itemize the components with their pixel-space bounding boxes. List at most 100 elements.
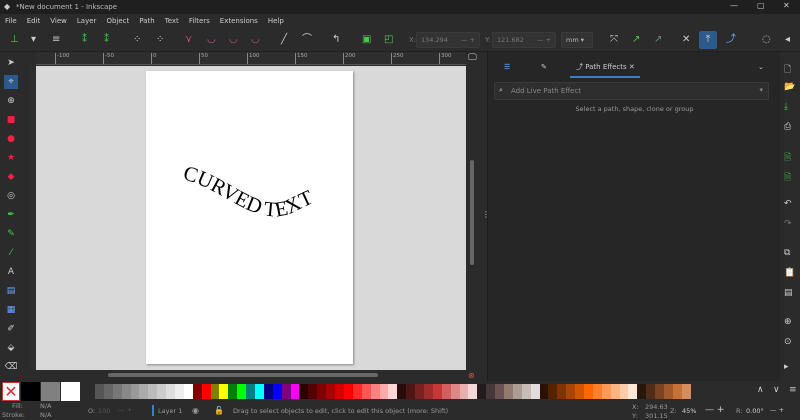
menu-view[interactable]: View	[50, 17, 67, 25]
dropper-tool-icon[interactable]: ✐	[4, 322, 18, 336]
color-swatch[interactable]	[157, 384, 167, 399]
paint-bucket-tool-icon[interactable]: ⬙	[4, 341, 18, 355]
gray-swatch[interactable]	[41, 382, 60, 401]
color-swatch[interactable]	[459, 384, 469, 399]
color-swatch[interactable]	[655, 384, 664, 399]
object-to-path-icon[interactable]: ▣	[362, 34, 371, 46]
menu-extensions[interactable]: Extensions	[220, 17, 258, 25]
color-swatch[interactable]	[361, 384, 371, 399]
scroll-down-icon[interactable]: ∨	[773, 385, 780, 395]
color-swatch[interactable]	[237, 384, 247, 399]
color-swatch[interactable]	[637, 384, 647, 399]
menu-help[interactable]: Help	[268, 17, 284, 25]
color-swatch[interactable]	[219, 384, 229, 399]
node-symmetric-icon[interactable]: ◡	[229, 34, 238, 46]
node-smooth-icon[interactable]: ◡	[207, 34, 216, 46]
horizontal-scrollbar[interactable]	[108, 373, 378, 377]
zoom-icon[interactable]: ⊕	[784, 317, 792, 327]
color-swatch[interactable]	[486, 384, 496, 399]
raise-to-top-icon[interactable]: ⊥	[10, 34, 19, 46]
color-swatch[interactable]	[326, 384, 336, 399]
menu-file[interactable]: File	[5, 17, 17, 25]
x-field[interactable]: 134.294 — +	[416, 32, 480, 48]
paste-in-place-icon[interactable]: ▤	[784, 288, 793, 298]
color-swatch[interactable]	[228, 384, 238, 399]
ungroup-icon[interactable]: ⁘	[156, 34, 164, 46]
color-swatch[interactable]	[139, 384, 149, 399]
color-swatch[interactable]	[672, 384, 682, 399]
segment-curve-icon[interactable]: ⌒	[302, 34, 312, 46]
tab-path-effects[interactable]: ⤴ Path Effects ✕	[570, 56, 640, 78]
box3d-tool-icon[interactable]: ◆	[4, 170, 18, 184]
color-swatch[interactable]	[281, 384, 291, 399]
color-swatch[interactable]	[583, 384, 593, 399]
more-icon[interactable]: ▸	[784, 362, 789, 372]
stroke-value[interactable]: N/A	[40, 411, 52, 419]
open-icon[interactable]: 📂	[784, 82, 795, 92]
no-paint-swatch[interactable]: ✕	[2, 382, 20, 401]
calligraphy-tool-icon[interactable]: ⁄	[4, 246, 18, 260]
eraser-tool-icon[interactable]: ⌫	[4, 360, 18, 374]
fit-icon[interactable]: ✕	[682, 34, 690, 46]
color-swatch[interactable]	[566, 384, 576, 399]
color-swatch[interactable]	[592, 384, 602, 399]
color-swatch[interactable]	[299, 384, 309, 399]
scroll-up-icon[interactable]: ∧	[757, 385, 764, 395]
star-tool-icon[interactable]: ★	[4, 151, 18, 165]
color-swatch[interactable]	[432, 384, 442, 399]
close-button[interactable]: ✕	[783, 1, 790, 10]
color-swatch[interactable]	[112, 384, 122, 399]
current-layer[interactable]: Layer 1	[158, 407, 182, 415]
color-swatch[interactable]	[512, 384, 522, 399]
color-swatch[interactable]	[388, 384, 398, 399]
menu-text[interactable]: Text	[165, 17, 179, 25]
color-swatch[interactable]	[95, 384, 104, 399]
show-path-icon[interactable]: ⤴	[726, 34, 736, 46]
color-swatch[interactable]	[121, 384, 131, 399]
menu-object[interactable]: Object	[106, 17, 129, 25]
show-handles-icon[interactable]: ↗	[632, 34, 640, 46]
color-swatch[interactable]	[272, 384, 282, 399]
color-swatch[interactable]	[148, 384, 158, 399]
display-mode-icon[interactable]: 🖵	[468, 53, 477, 63]
rect-tool-icon[interactable]: ■	[4, 113, 18, 127]
color-swatch[interactable]	[646, 384, 656, 399]
add-path-effect-search[interactable]: ⌕ Add Live Path Effect ▾	[494, 82, 769, 100]
color-swatch[interactable]	[352, 384, 362, 399]
dropdown-icon[interactable]: ▾	[31, 34, 36, 46]
color-swatch[interactable]	[201, 384, 211, 399]
node-cusp-icon[interactable]: ⋎	[185, 34, 192, 46]
color-swatch[interactable]	[415, 384, 424, 399]
zoom-tool-icon[interactable]: ⊕	[4, 94, 18, 108]
color-swatch[interactable]	[317, 384, 327, 399]
color-swatch[interactable]	[255, 384, 264, 399]
color-swatch[interactable]	[175, 384, 184, 399]
color-swatch[interactable]	[548, 384, 558, 399]
color-swatch[interactable]	[210, 384, 220, 399]
undo-icon[interactable]: ↶	[784, 199, 792, 209]
lock-icon[interactable]: 🔓	[214, 406, 224, 415]
selector-tool-icon[interactable]: ➤	[4, 56, 18, 70]
color-swatch[interactable]	[530, 384, 540, 399]
color-swatch[interactable]	[335, 384, 344, 399]
fill-value[interactable]: N/A	[40, 402, 52, 410]
color-swatch[interactable]	[557, 384, 567, 399]
show-outline-icon[interactable]: ↗	[654, 34, 662, 46]
color-swatch[interactable]	[192, 384, 202, 399]
group-icon[interactable]: ⁘	[133, 34, 141, 46]
pencil-tool-icon[interactable]: ✎	[4, 227, 18, 241]
maximize-button[interactable]: ▢	[757, 1, 765, 10]
color-swatch[interactable]	[664, 384, 673, 399]
panel-menu-chevron-icon[interactable]: ⌄	[758, 56, 764, 78]
ellipse-tool-icon[interactable]: ●	[4, 132, 18, 146]
menu-layer[interactable]: Layer	[77, 17, 97, 25]
color-swatch[interactable]	[575, 384, 584, 399]
color-swatch[interactable]	[521, 384, 531, 399]
close-tab-icon[interactable]: ✕	[629, 63, 635, 71]
import-icon[interactable]: 🗎	[784, 150, 791, 166]
align-icon[interactable]: ⁑	[82, 34, 87, 46]
color-swatch[interactable]	[619, 384, 629, 399]
align-2-icon[interactable]: ⁑	[104, 34, 109, 46]
color-swatch[interactable]	[610, 384, 620, 399]
snap-icon[interactable]: ◌	[762, 34, 771, 46]
